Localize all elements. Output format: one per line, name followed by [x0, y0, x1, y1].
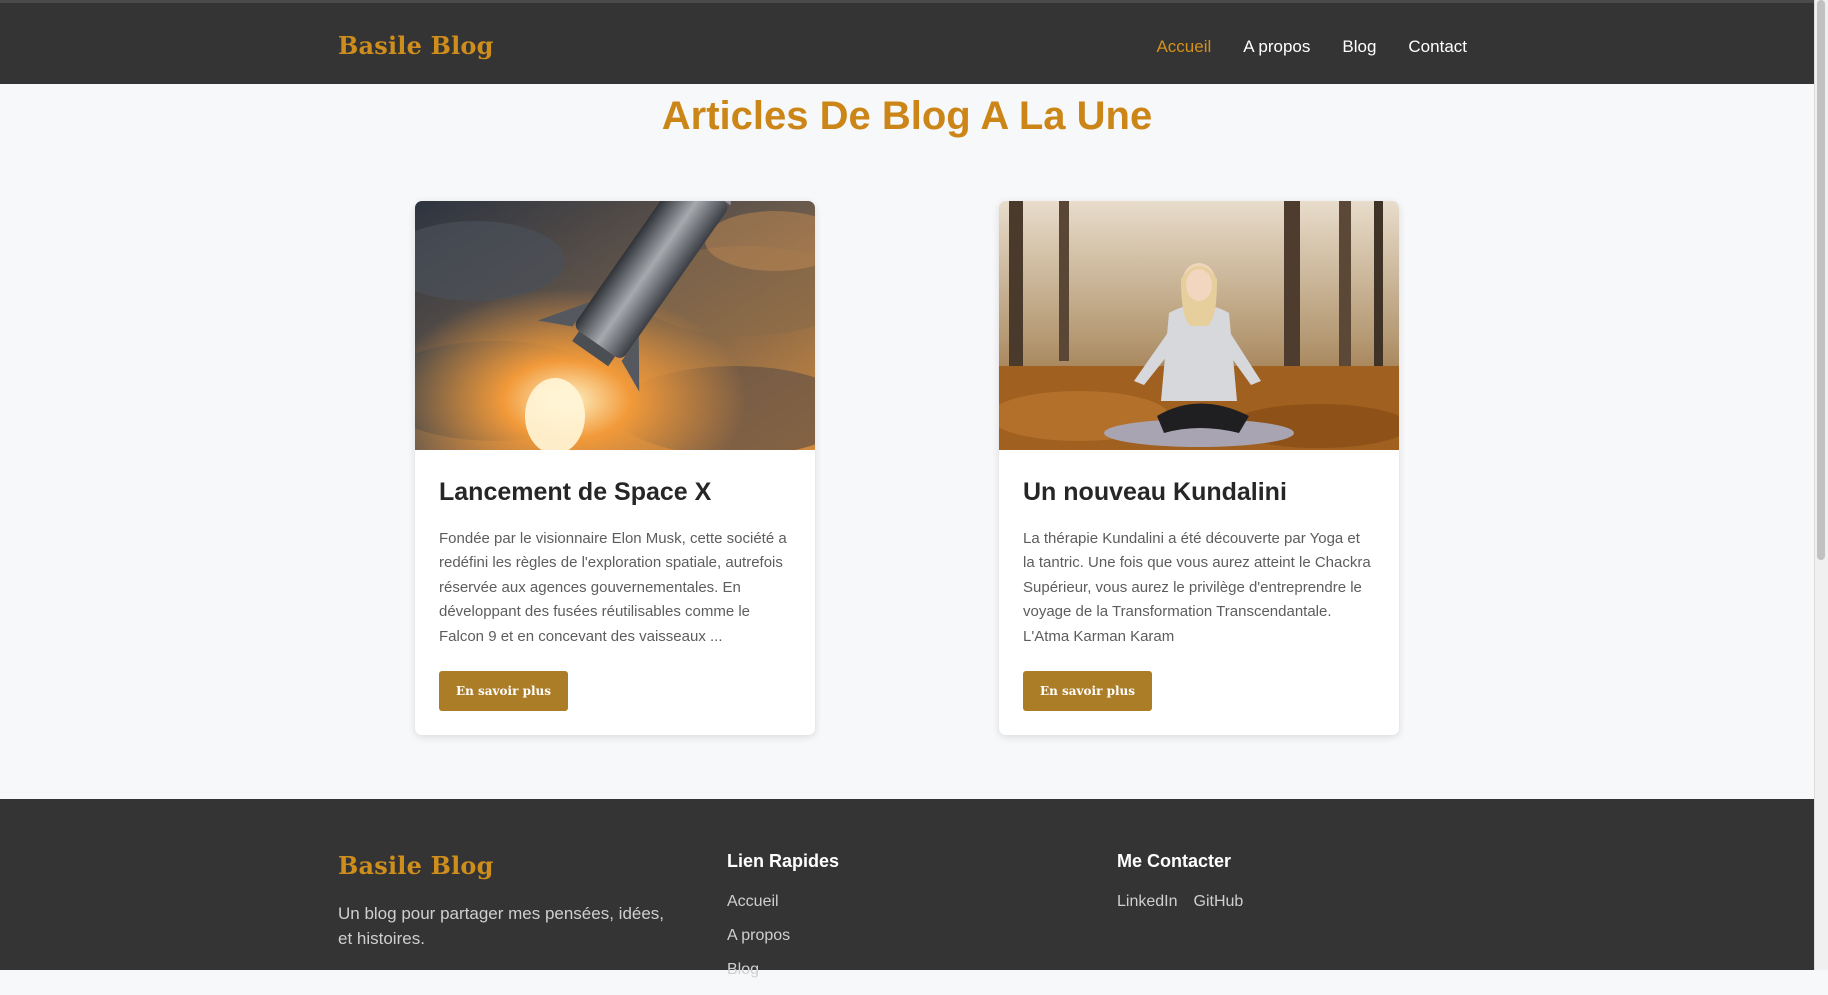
read-more-button[interactable]: En savoir plus [439, 671, 568, 711]
article-card-kundalini: Un nouveau Kundalini La thérapie Kundali… [999, 201, 1399, 735]
page-scrollbar[interactable] [1814, 0, 1828, 970]
main-nav: Accueil A propos Blog Contact [1156, 37, 1467, 57]
footer-logo[interactable]: Basile Blog [338, 851, 494, 880]
site-footer: Basile Blog Un blog pour partager mes pe… [0, 799, 1814, 978]
quick-links-title: Lien Rapides [727, 851, 840, 871]
footer-link-blog[interactable]: Blog [727, 961, 790, 995]
nav-link-accueil[interactable]: Accueil [1156, 37, 1211, 57]
article-title: Un nouveau Kundalini [1023, 478, 1287, 506]
article-excerpt: La thérapie Kundalini a été découverte p… [1023, 530, 1371, 645]
footer-link-a-propos[interactable]: A propos [727, 927, 790, 961]
github-link[interactable]: GitHub [1194, 893, 1244, 911]
nav-link-contact[interactable]: Contact [1408, 37, 1467, 57]
nav-link-blog[interactable]: Blog [1342, 37, 1376, 57]
contact-title: Me Contacter [1117, 851, 1232, 871]
article-card-spacex: Lancement de Space X Fondée par le visio… [415, 201, 815, 735]
article-excerpt: Fondée par le visionnaire Elon Musk, cet… [439, 530, 787, 645]
scrollbar-thumb[interactable] [1817, 0, 1825, 560]
page-title: Articles De Blog A La Une [661, 94, 1153, 138]
linkedin-link[interactable]: LinkedIn [1117, 893, 1178, 911]
footer-link-accueil[interactable]: Accueil [727, 893, 790, 927]
article-title: Lancement de Space X [439, 478, 712, 506]
read-more-button[interactable]: En savoir plus [1023, 671, 1152, 711]
top-navbar: Basile Blog Accueil A propos Blog Contac… [0, 0, 1828, 84]
footer-tagline: Un blog pour partager mes pensées, idées… [338, 904, 665, 948]
article-image-meditation[interactable] [999, 201, 1399, 450]
nav-link-a-propos[interactable]: A propos [1243, 37, 1310, 57]
article-image-rocket[interactable] [415, 201, 815, 450]
site-logo[interactable]: Basile Blog [338, 31, 494, 60]
